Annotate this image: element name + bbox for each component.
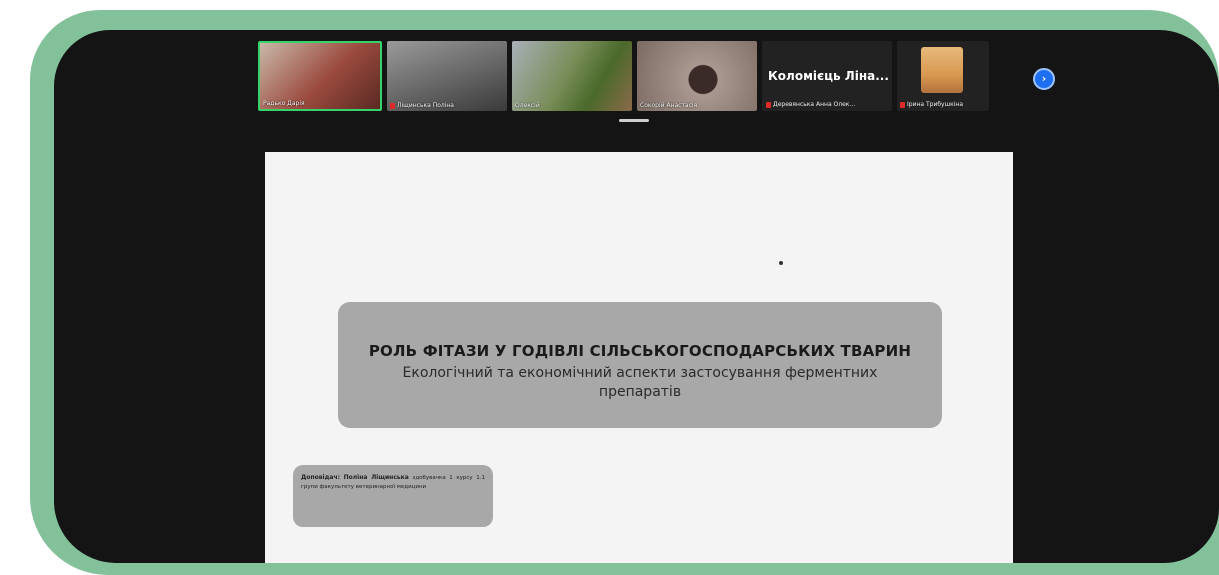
participant-video bbox=[637, 41, 757, 111]
participant-tile[interactable]: Радько Дарія bbox=[258, 41, 382, 111]
participant-name: Сокорій Анастасія bbox=[640, 102, 698, 109]
participant-video bbox=[387, 41, 507, 111]
slide-title: РОЛЬ ФІТАЗИ У ГОДІВЛІ СІЛЬСЬКОГОСПОДАРСЬ… bbox=[368, 342, 912, 360]
participant-tile[interactable]: Ірина Трибушкіна bbox=[897, 41, 989, 111]
author-name: Поліна Ліщинська bbox=[343, 474, 409, 481]
participant-name: Ірина Трибушкіна bbox=[907, 101, 963, 108]
mic-off-icon bbox=[900, 101, 905, 108]
participant-name: Радько Дарія bbox=[263, 100, 305, 107]
participant-video bbox=[512, 41, 632, 111]
meeting-window: Радько Дарія Ліщинська Поліна Олексій Со… bbox=[54, 30, 1219, 563]
shared-slide: РОЛЬ ФІТАЗИ У ГОДІВЛІ СІЛЬСЬКОГОСПОДАРСЬ… bbox=[265, 152, 1013, 563]
slide-author-box: Доповідач: Поліна Ліщинська здобувачка 1… bbox=[293, 465, 493, 527]
participant-display-name: Коломієць Ліна... bbox=[768, 69, 889, 83]
participant-tile[interactable]: Коломієць Ліна... Деревянська Анна Олек.… bbox=[762, 41, 892, 111]
mic-off-icon bbox=[390, 102, 395, 109]
mic-off-icon bbox=[766, 101, 771, 108]
participant-tile[interactable]: Сокорій Анастасія bbox=[637, 41, 757, 111]
slide-subtitle: Екологічний та економічний аспекти засто… bbox=[402, 365, 878, 400]
participant-tile[interactable]: Ліщинська Поліна bbox=[387, 41, 507, 111]
participant-avatar bbox=[921, 47, 963, 93]
pointer-dot bbox=[779, 261, 783, 265]
chevron-right-icon: › bbox=[1041, 72, 1047, 85]
participant-tile[interactable]: Олексій bbox=[512, 41, 632, 111]
participant-name: Ліщинська Поліна bbox=[397, 102, 454, 109]
participant-name: Деревянська Анна Олек... bbox=[773, 101, 856, 108]
slide-title-box: РОЛЬ ФІТАЗИ У ГОДІВЛІ СІЛЬСЬКОГОСПОДАРСЬ… bbox=[338, 302, 942, 428]
participant-strip: Радько Дарія Ліщинська Поліна Олексій Со… bbox=[258, 41, 989, 117]
author-label: Доповідач: bbox=[301, 474, 340, 481]
strip-resize-handle[interactable] bbox=[619, 119, 649, 122]
next-participants-button[interactable]: › bbox=[1033, 68, 1055, 90]
participant-name: Олексій bbox=[515, 102, 540, 109]
